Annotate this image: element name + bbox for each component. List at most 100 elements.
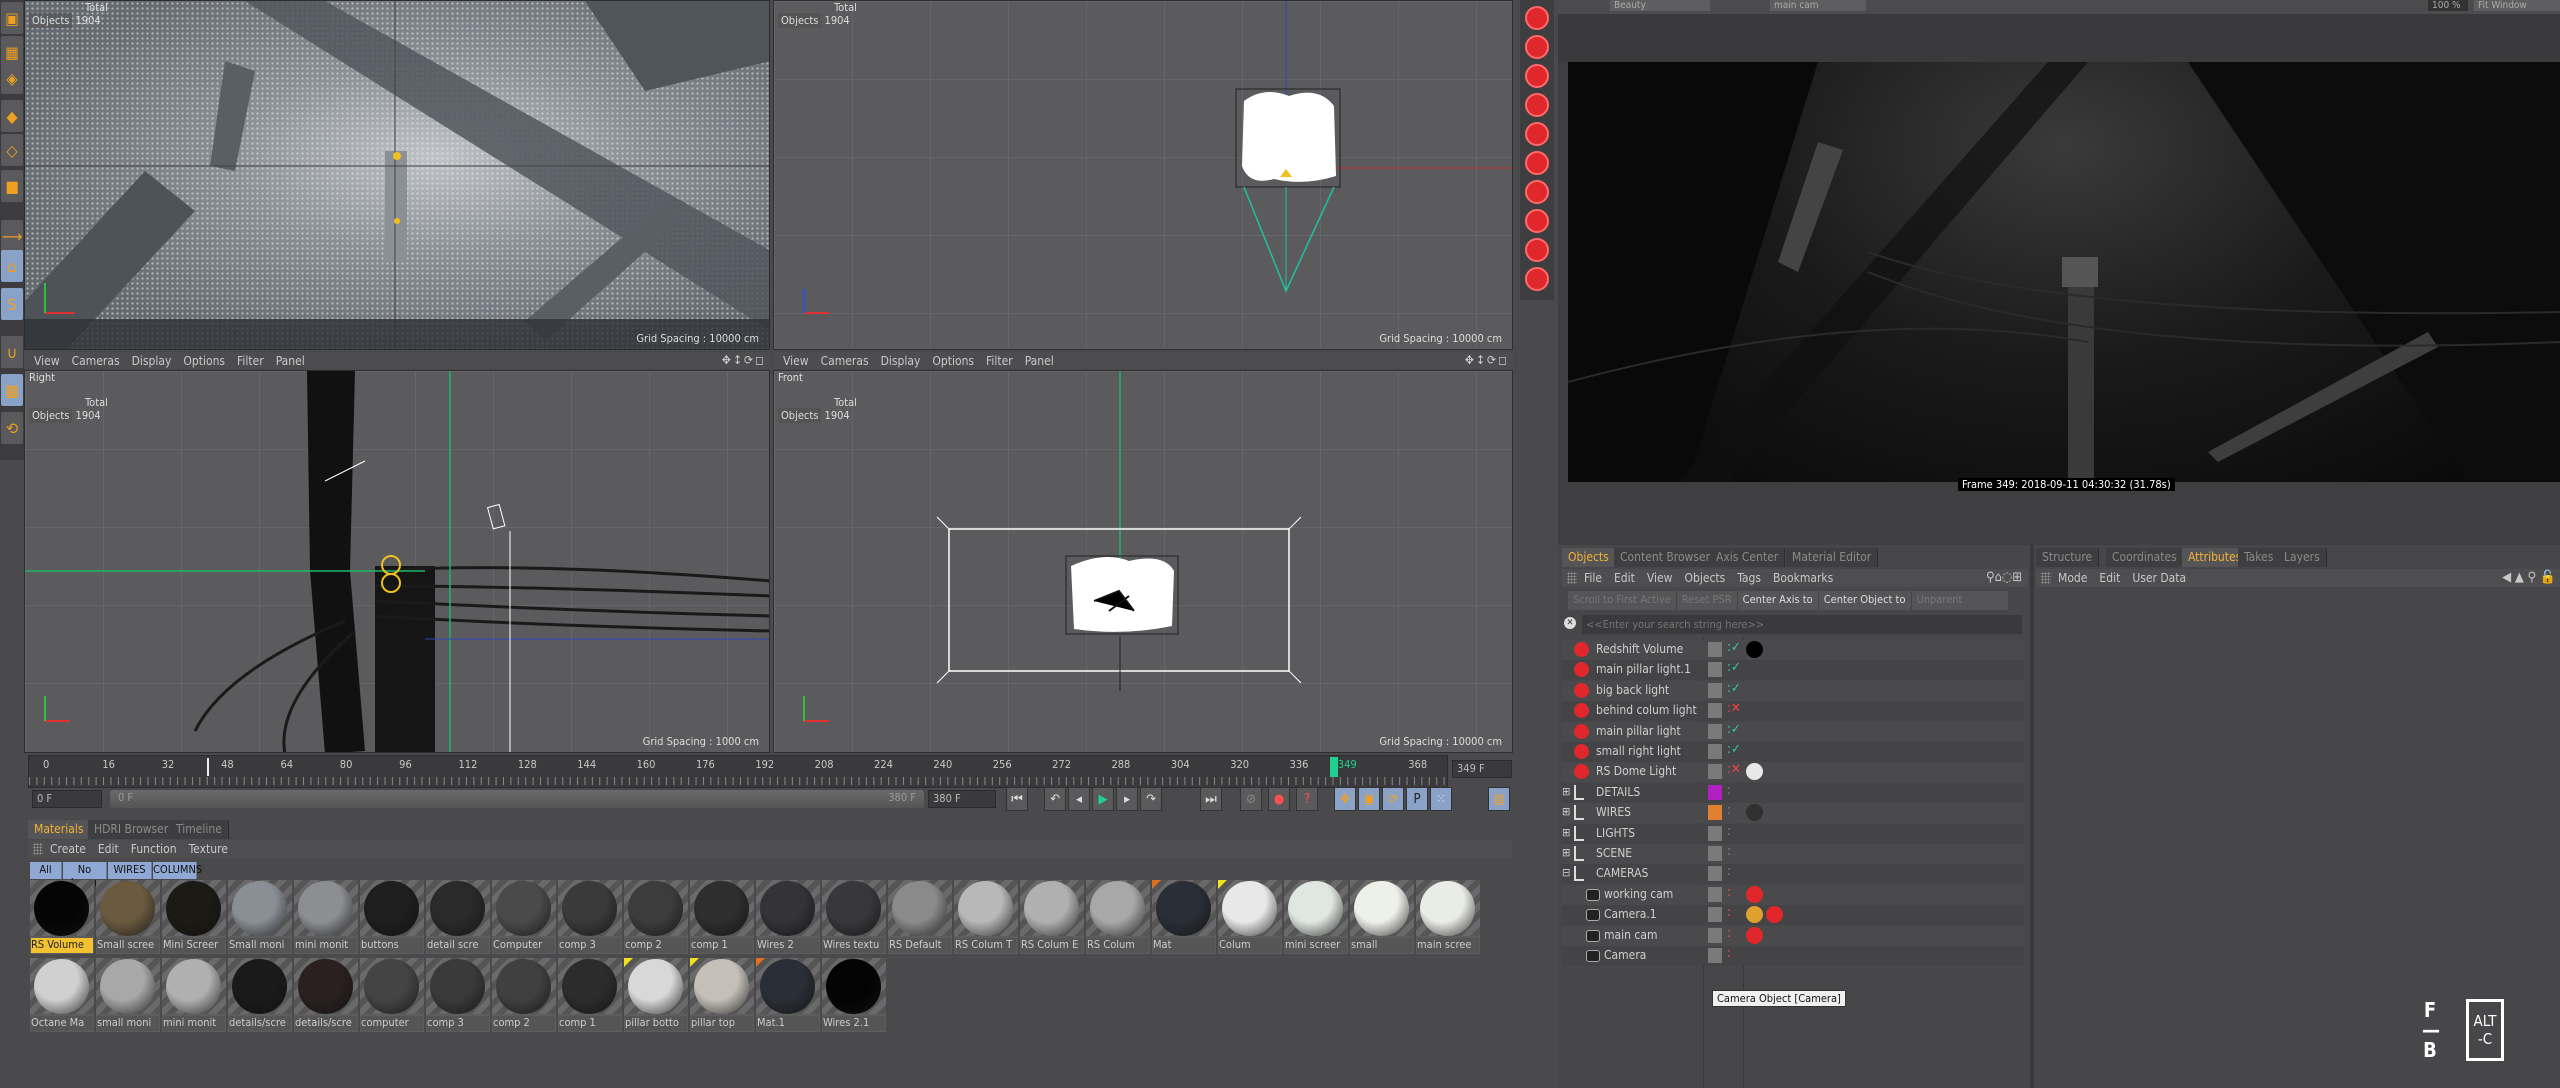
edit-icon[interactable] [1708,662,1722,678]
prev-frame-button[interactable]: ◂ [1068,787,1090,811]
edit-icon[interactable] [1708,682,1722,698]
material-swatch[interactable]: Mat.1 [756,958,820,1032]
tab-objects[interactable]: Objects [1562,548,1616,567]
menu-view[interactable]: View [1647,571,1673,585]
viewport-right[interactable]: Right Total Objects 1904 Grid Spacing : … [24,370,770,753]
rotation-key-button[interactable]: ⟳ [1382,787,1404,811]
material-swatch[interactable]: Mat [1152,880,1216,954]
channel-dropdown[interactable]: Beauty [1610,0,1710,11]
visibility-dots-icon[interactable]: : [1727,844,1731,859]
material-swatch[interactable]: comp 1 [558,958,622,1032]
tag-icon[interactable] [1746,763,1763,781]
scroll-to-first-active-button[interactable]: Scroll to First Active [1568,591,1677,610]
autokey-button[interactable]: ● [1268,787,1290,811]
points-mode-icon[interactable]: ◆ [1,100,23,132]
goto-end-button[interactable]: ⏭ [1200,787,1222,811]
material-swatch[interactable]: RS Volume [30,880,94,954]
tag-icon[interactable] [1746,926,1763,944]
material-swatch[interactable]: comp 2 [624,880,688,954]
tab-axis-center[interactable]: Axis Center [1710,548,1786,567]
object-row[interactable]: big back light:✓ [1562,680,2024,701]
center-object-button[interactable]: Center Object to [1819,591,1912,610]
scale-key-button[interactable]: ▣ [1358,787,1380,811]
disabled-icon[interactable]: :✕ [1727,701,1741,716]
tag-icon[interactable] [1746,885,1763,903]
position-key-button[interactable]: ✥ [1334,787,1356,811]
tab-layers[interactable]: Layers [2278,548,2327,567]
search-home-icons[interactable]: ⚲⌂◌⊞ [1986,570,2022,585]
next-key-button[interactable]: ↷ [1140,787,1162,811]
tab-materials[interactable]: Materials [28,820,91,839]
filter-all[interactable]: All [30,862,62,879]
attribute-nav-icons[interactable]: ◀ ▲ ⚲ 🔓 [2502,570,2556,585]
tab-coordinates[interactable]: Coordinates [2106,548,2184,567]
redshift-object-icon[interactable] [1525,151,1549,175]
center-axis-button[interactable]: Center Axis to [1738,591,1819,610]
menu-edit[interactable]: Edit [2099,571,2120,585]
object-row[interactable]: ⊞ LIGHTS: [1562,823,2024,844]
material-swatch[interactable]: Computer [492,880,556,954]
preview-range-slider[interactable]: 0 F 380 F [110,790,924,808]
edit-icon[interactable] [1708,866,1722,882]
tag-icon[interactable] [1746,906,1763,924]
material-swatch[interactable]: mini monit [294,880,358,954]
parameter-key-button[interactable]: P [1406,787,1428,811]
menu-panel[interactable]: Panel [1025,354,1054,368]
edit-icon[interactable] [1708,886,1722,902]
tag-icon[interactable] [1746,804,1763,822]
workplane-icon[interactable]: ⟲ [1,412,23,444]
keyframe-selection-button[interactable]: ? [1296,787,1318,811]
material-swatch[interactable]: Small scree [96,880,160,954]
menu-view[interactable]: View [34,354,60,368]
object-row[interactable]: working cam: [1562,884,2024,905]
viewport-perspective[interactable]: Total Objects 1904 Grid Spacing : 10000 … [24,0,770,350]
fit-dropdown[interactable]: Fit Window [2474,0,2560,11]
magnet-icon[interactable]: ∪ [1,336,23,368]
enabled-check-icon[interactable]: :✓ [1727,640,1741,655]
object-row[interactable]: RS Dome Light:✕ [1562,762,2024,783]
redshift-proxy-icon[interactable] [1525,209,1549,233]
tweak-mouse-icon[interactable]: ⌂ [1,250,23,282]
object-row[interactable]: Camera.1: [1562,905,2024,926]
redshift-sun-icon[interactable] [1525,267,1549,291]
render-view-icon[interactable] [1525,6,1549,30]
menu-bookmarks[interactable]: Bookmarks [1773,571,1833,585]
visibility-dots-icon[interactable]: : [1727,864,1731,879]
material-swatch[interactable]: Wires 2 [756,880,820,954]
axis-icon[interactable]: ⟶ [1,220,23,252]
visibility-dots-icon[interactable]: : [1727,926,1731,941]
menu-function[interactable]: Function [131,842,177,856]
tab-material-editor[interactable]: Material Editor [1786,548,1879,567]
playhead[interactable] [1329,757,1338,777]
filter-wires[interactable]: WIRES [108,862,152,879]
enabled-check-icon[interactable]: :✓ [1727,660,1741,675]
menu-tags[interactable]: Tags [1737,571,1761,585]
object-row[interactable]: ⊟ CAMERAS: [1562,864,2024,885]
tab-timeline[interactable]: Timeline [170,820,229,839]
locked-workplane-icon[interactable]: ▩ [1,374,23,406]
render-settings-icon[interactable] [1525,64,1549,88]
enabled-check-icon[interactable]: :✓ [1727,722,1741,737]
menu-edit[interactable]: Edit [1614,571,1635,585]
visibility-dots-icon[interactable]: : [1727,824,1731,839]
material-swatch[interactable]: detail scre [426,880,490,954]
tag-icon[interactable] [1746,641,1763,658]
material-swatch[interactable]: Colum [1218,880,1282,954]
visibility-dots-icon[interactable]: : [1727,905,1731,920]
menu-options[interactable]: Options [932,354,974,368]
filter-no-layer[interactable]: No Layer [63,862,107,889]
visibility-dots-icon[interactable]: : [1727,803,1731,818]
menu-view[interactable]: View [783,354,809,368]
object-search-input[interactable] [1582,615,2022,634]
edit-icon[interactable] [1708,825,1722,841]
zoom-field[interactable]: 100 % [2428,0,2468,11]
material-swatch[interactable]: Mini Screer [162,880,226,954]
redshift-material-icon[interactable] [1525,180,1549,204]
material-swatch[interactable]: RS Colum [1086,880,1150,954]
material-swatch[interactable]: Wires textu [822,880,886,954]
edit-icon[interactable] [1708,642,1722,657]
current-frame-field[interactable]: 349 F [1452,760,1512,778]
record-key-button[interactable]: ⊘ [1240,787,1262,811]
material-swatch[interactable]: Octane Ma [30,958,94,1032]
object-row[interactable]: ⊞ WIRES: [1562,803,2024,824]
